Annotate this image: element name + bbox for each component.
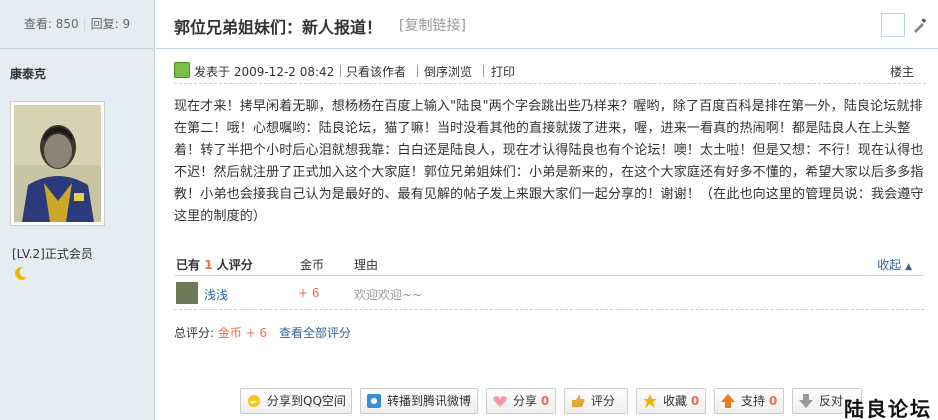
only-author-link[interactable]: 只看该作者	[346, 63, 406, 80]
column-reason: 理由	[354, 258, 379, 272]
share-qzone-label: 分享到QQ空间	[267, 394, 346, 408]
post-icon	[174, 62, 190, 78]
view-all-ratings-link[interactable]: 查看全部评分	[279, 326, 351, 340]
total-label: 总评分:	[174, 326, 215, 340]
share-qzone-button[interactable]: 分享到QQ空间	[240, 388, 352, 414]
post-time: 发表于 2009-12-2 08:42	[194, 65, 335, 79]
edit-icon[interactable]	[911, 16, 929, 34]
chevron-up-icon: ▲	[905, 262, 912, 272]
header-checkbox[interactable]	[881, 13, 905, 37]
rating-total: 总评分: 金币 + 6 查看全部评分	[174, 324, 351, 341]
rater-name[interactable]: 浅浅	[204, 286, 228, 303]
oppose-label: 反对	[819, 394, 844, 408]
rater-reason: 欢迎欢迎~~	[354, 288, 423, 302]
weibo-icon	[367, 394, 381, 408]
support-count: 0	[768, 394, 778, 408]
rating-count: 1	[204, 258, 213, 272]
meta-divider	[340, 65, 341, 77]
rating-header: 已有 1 人评分 金币 理由 收起 ▲	[174, 250, 924, 276]
moon-icon	[15, 266, 27, 280]
heart-icon	[493, 396, 507, 407]
author-name[interactable]: 康泰克	[0, 49, 154, 83]
floor-label: 楼主	[889, 65, 914, 79]
favorite-label: 收藏	[663, 394, 688, 408]
views-count: 850	[55, 17, 79, 31]
qzone-icon	[248, 395, 260, 407]
table-row: 浅浅 + 6 欢迎欢迎~~	[174, 276, 924, 310]
post-meta-bar: 发表于 2009-12-2 08:42 只看该作者 倒序浏览 打印 楼主	[174, 60, 926, 84]
rate-icon	[572, 395, 585, 407]
post-body: 现在才来！拷早闲着无聊，想杨杨在百度上输入"陆良"两个字会跳出些乃样来？喔哟，除…	[174, 99, 924, 224]
share-button[interactable]: 分享 0	[486, 388, 556, 414]
rater-avatar[interactable]	[176, 282, 198, 304]
rating-panel: 已有 1 人评分 金币 理由 收起 ▲ 浅浅 + 6 欢迎欢迎~~ 总评分: 金…	[174, 250, 924, 340]
member-level: [LV.2]正式会员	[12, 247, 93, 261]
oppose-icon	[799, 394, 813, 408]
rating-prefix: 已有	[176, 258, 201, 272]
author-sidebar: 查看: 850 | 回复: 9 康泰克 [LV.2]正式会员	[0, 0, 155, 420]
column-gold: 金币	[300, 258, 325, 272]
reverse-view-link[interactable]: 倒序浏览	[424, 63, 472, 80]
star-icon	[643, 394, 657, 408]
share-label: 分享	[513, 394, 538, 408]
rating-suffix: 人评分	[216, 258, 253, 272]
support-label: 支持	[741, 394, 766, 408]
support-button[interactable]: 支持 0	[714, 388, 784, 414]
thread-stats: 查看: 850 | 回复: 9	[0, 0, 154, 49]
support-icon	[721, 394, 735, 408]
meta-divider	[483, 65, 484, 77]
thread-header: 郭位兄弟姐妹们：新人报道！ [复制链接]	[156, 0, 938, 49]
rate-button[interactable]: 评分	[564, 388, 628, 414]
share-weibo-button[interactable]: 转播到腾讯微博	[360, 388, 478, 414]
site-watermark: 陆良论坛	[844, 397, 932, 420]
thread-title: 郭位兄弟姐妹们：新人报道！	[174, 18, 383, 37]
collapse-label: 收起	[877, 258, 902, 272]
replies-label: 回复	[90, 17, 115, 31]
collapse-button[interactable]: 收起 ▲	[877, 256, 912, 273]
views-label: 查看	[23, 17, 48, 31]
share-count: 0	[540, 394, 550, 408]
rater-gold: + 6	[298, 286, 320, 300]
replies-count: 9	[122, 17, 131, 31]
copy-link-button[interactable]: [复制链接]	[399, 15, 466, 35]
rate-label: 评分	[591, 394, 616, 408]
avatar-image[interactable]	[14, 105, 101, 222]
rating-summary: 已有 1 人评分	[176, 256, 253, 273]
favorite-button[interactable]: 收藏 0	[636, 388, 706, 414]
avatar[interactable]	[10, 101, 105, 226]
meta-divider	[417, 65, 418, 77]
print-link[interactable]: 打印	[491, 63, 515, 80]
total-value: 金币 + 6	[217, 326, 268, 340]
share-weibo-label: 转播到腾讯微博	[387, 394, 472, 408]
favorite-count: 0	[690, 394, 700, 408]
